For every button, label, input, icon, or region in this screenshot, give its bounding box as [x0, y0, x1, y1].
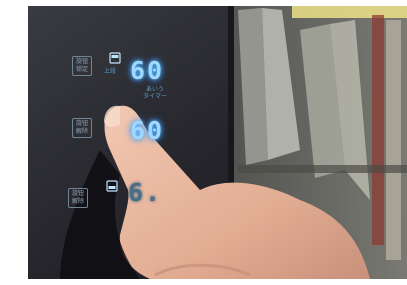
display-middle: 60 [130, 116, 165, 145]
compartment-icon-lower [106, 180, 118, 192]
scene-graphic [0, 0, 407, 285]
lock-button-line1: 旋钮 [75, 58, 88, 65]
lock-button[interactable]: 旋钮 锁定 [72, 56, 92, 76]
display-top-sublabel: あいう タイマー [143, 86, 168, 100]
compartment-icon [109, 52, 121, 64]
reflected-light [292, 6, 407, 18]
mode-label: 上段 [104, 68, 117, 75]
display-bottom: 6. [128, 178, 163, 207]
photo-scene [0, 0, 407, 285]
display-top: 60 [130, 56, 165, 85]
release-button-1[interactable]: 旋钮 解除 [72, 118, 92, 138]
release-button-2[interactable]: 旋钮 解除 [68, 188, 88, 208]
release-button-2-line1: 旋钮 [71, 190, 84, 197]
red-book [372, 15, 384, 245]
lock-button-line2: 锁定 [75, 66, 88, 73]
release-button-1-line2: 解除 [75, 128, 88, 135]
release-button-1-line1: 旋钮 [75, 120, 88, 127]
release-button-2-line2: 解除 [71, 198, 84, 205]
